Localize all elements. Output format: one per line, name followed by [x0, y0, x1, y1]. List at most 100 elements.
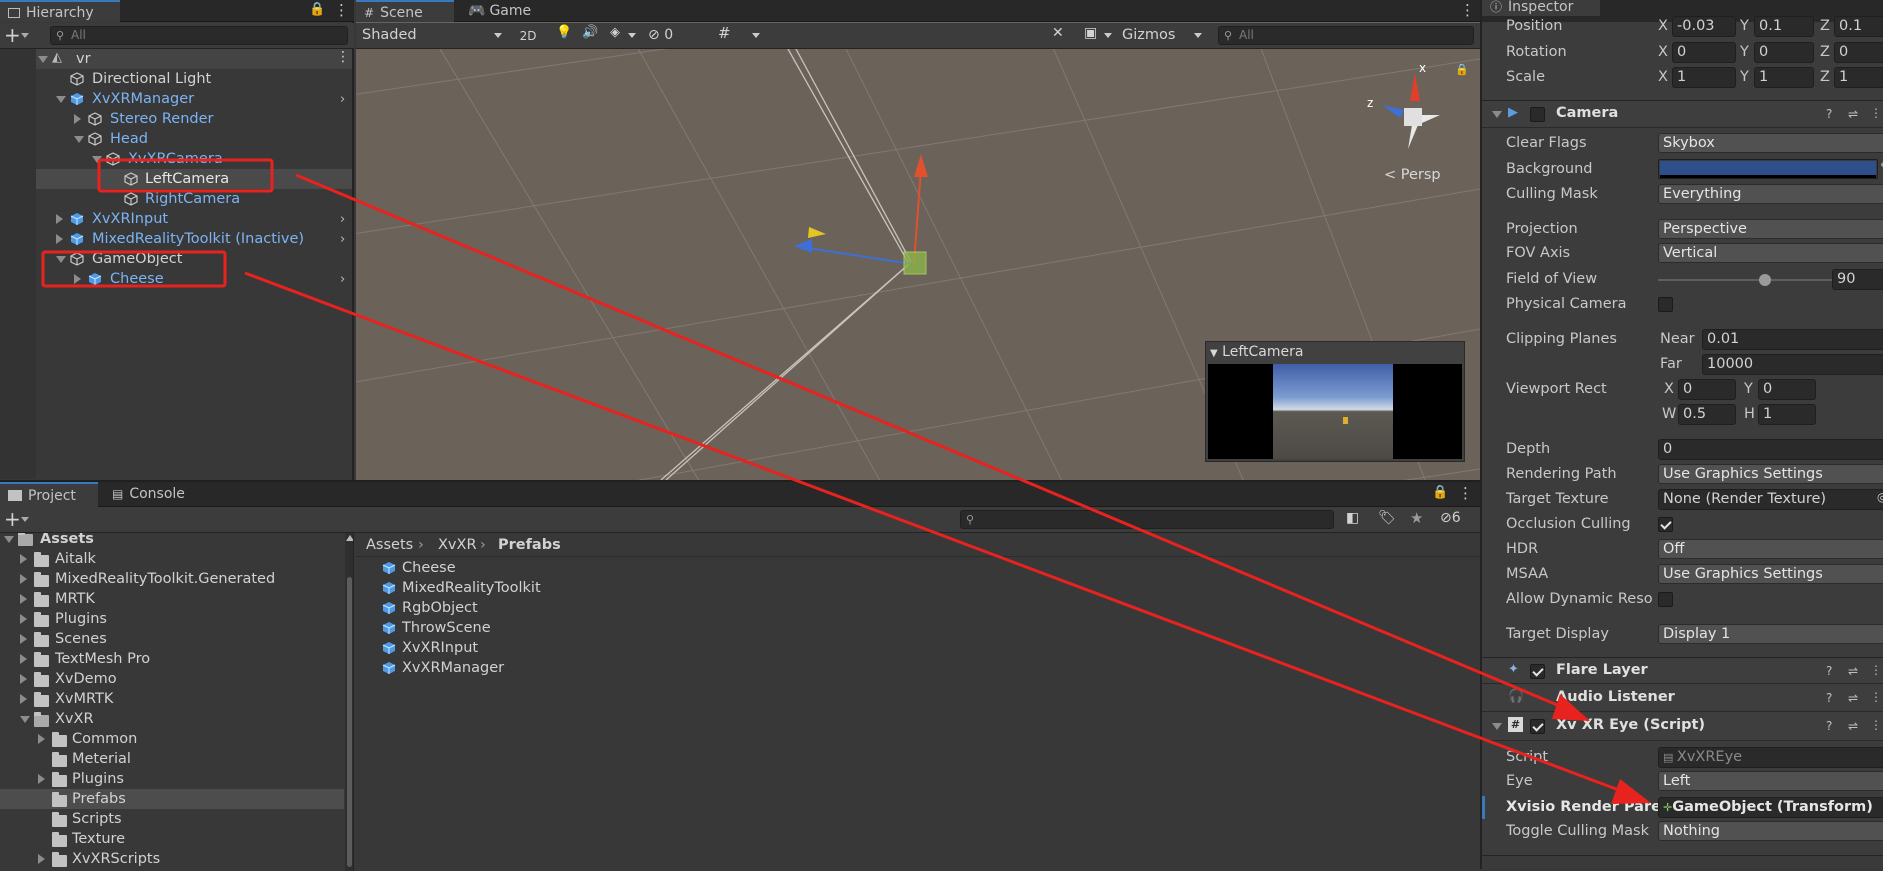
- rotation-x-field[interactable]: 0: [1672, 42, 1736, 63]
- collapse-arrow-icon[interactable]: [38, 734, 45, 744]
- hierarchy-item-leftcamera[interactable]: LeftCamera: [0, 169, 352, 189]
- tab-project[interactable]: Project: [0, 482, 98, 507]
- expand-arrow-icon[interactable]: [38, 56, 48, 63]
- fov-value-field[interactable]: 90: [1832, 269, 1883, 290]
- hidden-packages-toggle[interactable]: ⊘6: [1440, 510, 1461, 526]
- add-icon[interactable]: +: [4, 507, 21, 531]
- expand-arrow-icon[interactable]: ▼: [1210, 348, 1218, 359]
- prefab-open-arrow-icon[interactable]: ›: [340, 212, 345, 227]
- fov-slider-track[interactable]: [1658, 274, 1836, 286]
- gizmos-dropdown[interactable]: Gizmos: [1122, 25, 1175, 46]
- clear-flags-dropdown[interactable]: Skybox: [1658, 133, 1883, 153]
- viewport-w-field[interactable]: 0.5: [1678, 404, 1736, 425]
- tree-scrollbar[interactable]: [345, 533, 353, 871]
- expand-arrow-icon[interactable]: [1492, 111, 1502, 118]
- audio-listener-component-header[interactable]: 🎧 Audio Listener ? ⇌ ⋮: [1482, 685, 1883, 712]
- expand-arrow-icon[interactable]: [20, 716, 30, 723]
- culling-mask-dropdown[interactable]: Everything: [1658, 184, 1883, 204]
- presets-icon[interactable]: ⇌: [1848, 691, 1858, 705]
- tools-icon[interactable]: ✕: [1052, 25, 1064, 41]
- collapse-arrow-icon[interactable]: [74, 114, 81, 124]
- hidden-objects-toggle[interactable]: ⊘ 0: [648, 25, 673, 46]
- scene-root-row[interactable]: ◭ vr ⋮: [0, 49, 352, 69]
- more-menu-icon[interactable]: ⋮: [334, 1, 349, 19]
- chevron-down-icon[interactable]: [1194, 33, 1202, 38]
- presets-icon[interactable]: ⇌: [1848, 719, 1858, 733]
- msaa-dropdown[interactable]: Use Graphics Settings: [1658, 564, 1883, 584]
- tab-game[interactable]: 🎮 Game: [460, 0, 539, 22]
- near-clip-field[interactable]: 0.01: [1702, 329, 1883, 350]
- scrollbar-thumb[interactable]: [347, 577, 352, 867]
- collapse-arrow-icon[interactable]: [20, 674, 27, 684]
- search-by-type-icon[interactable]: ◧: [1346, 510, 1359, 526]
- audio-icon[interactable]: 🔊: [582, 25, 598, 40]
- presets-icon[interactable]: ⇌: [1848, 107, 1858, 121]
- breadcrumb-xvxr[interactable]: XvXR: [438, 533, 477, 557]
- help-icon[interactable]: ?: [1826, 664, 1832, 678]
- breadcrumb-prefabs[interactable]: Prefabs: [498, 533, 561, 557]
- collapse-arrow-icon[interactable]: [38, 774, 45, 784]
- tab-inspector[interactable]: ⓘ Inspector: [1482, 0, 1600, 16]
- target-display-dropdown[interactable]: Display 1: [1658, 624, 1883, 644]
- collapse-arrow-icon[interactable]: [56, 234, 63, 244]
- shading-mode-dropdown[interactable]: Shaded: [360, 25, 506, 46]
- position-y-field[interactable]: 0.1: [1754, 16, 1814, 37]
- background-color-field[interactable]: [1658, 159, 1878, 179]
- collapse-arrow-icon[interactable]: [38, 854, 45, 864]
- lock-icon[interactable]: 🔒: [309, 2, 325, 17]
- scene-viewport[interactable]: x z 🔒 < Persp ▼ LeftCamera: [356, 49, 1480, 480]
- project-search-input[interactable]: ⚲: [960, 510, 1334, 529]
- component-menu-icon[interactable]: ⋮: [1870, 690, 1882, 704]
- favorite-star-icon[interactable]: ★: [1410, 509, 1423, 527]
- chevron-down-icon[interactable]: [752, 33, 760, 38]
- scale-y-field[interactable]: 1: [1754, 67, 1814, 88]
- depth-field[interactable]: 0: [1658, 439, 1883, 460]
- physical-camera-checkbox[interactable]: [1658, 297, 1673, 312]
- far-clip-field[interactable]: 10000: [1702, 354, 1883, 375]
- collapse-arrow-icon[interactable]: [20, 694, 27, 704]
- collapse-arrow-icon[interactable]: [56, 214, 63, 224]
- perspective-toggle[interactable]: < Persp: [1384, 167, 1441, 183]
- scale-z-field[interactable]: 1: [1834, 67, 1883, 88]
- hdr-dropdown[interactable]: Off: [1658, 539, 1883, 559]
- fov-axis-dropdown[interactable]: Vertical: [1658, 243, 1883, 263]
- collapse-arrow-icon[interactable]: [74, 274, 81, 284]
- lock-icon[interactable]: 🔒: [1455, 63, 1469, 76]
- expand-arrow-icon[interactable]: [1492, 723, 1502, 730]
- eye-dropdown[interactable]: Left: [1658, 771, 1883, 791]
- grid-snap-icon[interactable]: #: [718, 24, 731, 42]
- help-icon[interactable]: ?: [1826, 107, 1832, 121]
- add-icon[interactable]: +: [4, 23, 21, 47]
- component-menu-icon[interactable]: ⋮: [1870, 663, 1882, 677]
- scene-menu-icon[interactable]: ⋮: [336, 49, 350, 65]
- collapse-arrow-icon[interactable]: [20, 634, 27, 644]
- viewport-x-field[interactable]: 0: [1678, 379, 1736, 400]
- component-menu-icon[interactable]: ⋮: [1870, 106, 1882, 120]
- tree-item-prefabs[interactable]: Prefabs: [0, 789, 344, 809]
- prefab-open-arrow-icon[interactable]: ›: [340, 272, 345, 287]
- presets-icon[interactable]: ⇌: [1848, 664, 1858, 678]
- tab-scene[interactable]: # Scene: [356, 0, 454, 22]
- expand-arrow-icon[interactable]: [74, 136, 84, 143]
- add-dropdown-arrow-icon[interactable]: [21, 33, 29, 38]
- position-z-field[interactable]: 0.1: [1834, 16, 1883, 37]
- help-icon[interactable]: ?: [1826, 691, 1832, 705]
- target-texture-field[interactable]: None (Render Texture): [1658, 489, 1883, 510]
- fov-slider-thumb[interactable]: [1758, 274, 1771, 286]
- flare-layer-enabled-checkbox[interactable]: [1530, 664, 1545, 679]
- expand-arrow-icon[interactable]: [56, 96, 66, 103]
- breadcrumb-assets[interactable]: Assets: [366, 533, 413, 557]
- scroll-up-icon[interactable]: [346, 535, 353, 541]
- add-dropdown-arrow-icon[interactable]: [21, 517, 29, 522]
- allow-dynamic-resolution-checkbox[interactable]: [1658, 592, 1673, 607]
- camera-component-header[interactable]: ▶ Camera ? ⇌ ⋮: [1482, 100, 1883, 128]
- collapse-arrow-icon[interactable]: [20, 554, 27, 564]
- prefab-open-arrow-icon[interactable]: ›: [340, 232, 345, 247]
- rendering-path-dropdown[interactable]: Use Graphics Settings: [1658, 464, 1883, 484]
- component-menu-icon[interactable]: ⋮: [1870, 718, 1882, 732]
- effects-icon[interactable]: ◈: [610, 25, 620, 40]
- lighting-icon[interactable]: 💡: [556, 25, 572, 40]
- help-icon[interactable]: ?: [1826, 719, 1832, 733]
- xv-xr-eye-component-header[interactable]: # Xv XR Eye (Script) ? ⇌ ⋮: [1482, 713, 1883, 741]
- more-menu-icon[interactable]: ⋮: [1460, 1, 1475, 19]
